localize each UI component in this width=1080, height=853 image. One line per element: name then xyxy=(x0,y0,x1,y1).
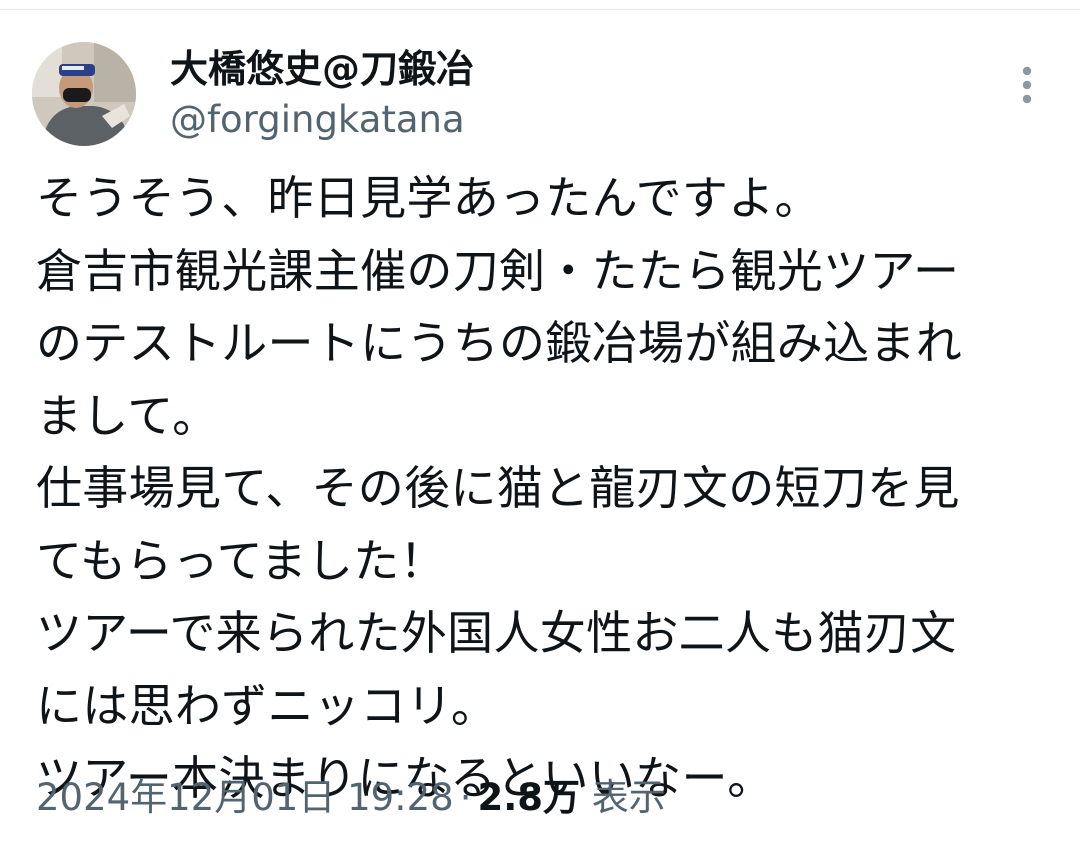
more-options-button[interactable] xyxy=(1010,62,1044,108)
user-avatar-photo xyxy=(32,42,136,146)
more-vertical-icon xyxy=(1022,66,1032,104)
tweet-meta: 2024年12月01日 19:28 · 2.8万 表示 xyxy=(36,772,666,824)
views-count[interactable]: 2.8万 xyxy=(477,776,580,819)
tweet-text: そうそう、昨日見学あったんですよ。 倉吉市観光課主催の刀剣・たたら観光ツアー の… xyxy=(36,162,1046,815)
tweet-card: 大橋悠史@刀鍛冶 @forgingkatana そうそう、昨日見学あったんですよ… xyxy=(0,0,1080,853)
tweet-text-line: 仕事場見て、その後に猫と龍刃文の短刀を見 xyxy=(36,461,960,515)
tweet-text-line: のテストルートにうちの鍛冶場が組み込まれ xyxy=(36,316,962,370)
author-handle[interactable]: @forgingkatana xyxy=(170,96,474,144)
author-avatar[interactable] xyxy=(32,42,136,146)
author-display-name[interactable]: 大橋悠史@刀鍛冶 xyxy=(170,44,474,94)
author-info: 大橋悠史@刀鍛冶 @forgingkatana xyxy=(170,44,474,144)
tweet-text-line: てもらってました！ xyxy=(36,533,446,588)
tweet-text-line: まして。 xyxy=(36,388,219,443)
meta-separator: · xyxy=(459,776,472,819)
tweet-text-line: 倉吉市観光課主催の刀剣・たたら観光ツアー xyxy=(36,243,960,298)
tweet-text-line: そうそう、昨日見学あったんですよ。 xyxy=(36,171,821,225)
tweet-text-line: には思わずニッコリ。 xyxy=(36,678,498,733)
views-label: 表示 xyxy=(591,776,666,819)
tweet-timestamp[interactable]: 2024年12月01日 19:28 xyxy=(36,776,454,819)
tweet-text-line: ツアーで来られた外国人女性お二人も猫刃文 xyxy=(36,606,957,660)
